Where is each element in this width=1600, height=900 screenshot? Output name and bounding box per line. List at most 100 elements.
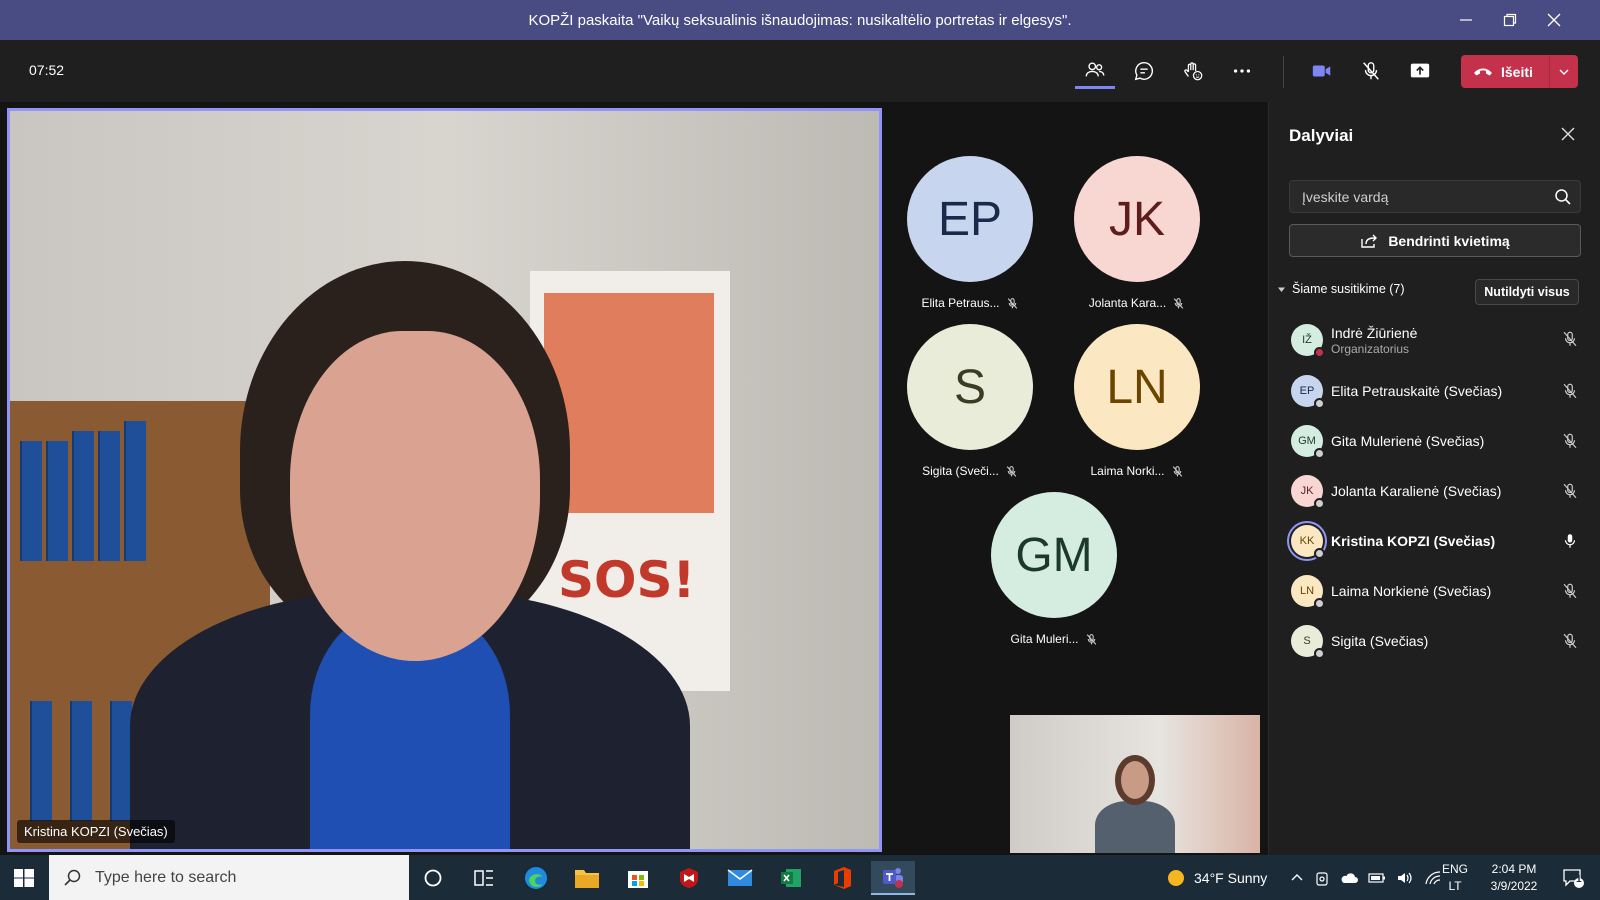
folder-icon	[575, 870, 599, 888]
mic-off-icon	[1563, 383, 1577, 399]
office-app[interactable]	[820, 861, 864, 895]
participant-name: Kristina KOPZI (Svečias)	[1331, 533, 1496, 549]
people-icon	[1085, 61, 1105, 76]
chevron-up-icon[interactable]	[1290, 871, 1304, 885]
participant-tile[interactable]: JK Jolanta Kara...	[1057, 156, 1217, 310]
cortana-icon	[424, 869, 442, 887]
start-button[interactable]	[12, 866, 36, 890]
windows-taskbar: Type here to search 34°F Sunny ENG LT 2:…	[0, 855, 1600, 900]
status-badge	[1314, 448, 1325, 459]
chat-icon	[1134, 62, 1153, 81]
share-invite-label: Bendrinti kvietimą	[1388, 232, 1510, 249]
system-tray	[1290, 855, 1442, 900]
participant-name: Gita Mulerienė (Svečias)	[1331, 433, 1485, 449]
minimize-icon[interactable]	[1444, 0, 1488, 40]
mic-off-icon	[1007, 297, 1017, 309]
task-view-button[interactable]	[462, 861, 506, 895]
reactions-button[interactable]	[1173, 53, 1213, 89]
clock[interactable]: 2:04 PM 3/9/2022	[1482, 855, 1546, 900]
language-indicator[interactable]: ENG LT	[1442, 855, 1468, 900]
mic-off-icon	[1563, 633, 1577, 649]
close-icon[interactable]	[1532, 0, 1576, 40]
keyboard-layout: LT	[1448, 878, 1462, 893]
window-title: KOPŽI paskaita "Vaikų seksualinis išnaud…	[528, 11, 1072, 29]
list-item[interactable]: GM Gita Mulerienė (Svečias)	[1269, 416, 1600, 466]
active-speaker-video[interactable]: SOS! Kristina KOPZI (Svečias)	[7, 108, 882, 852]
taskbar-search-box[interactable]: Type here to search	[49, 855, 409, 900]
notifications-button[interactable]: 1	[1556, 855, 1590, 900]
share-invite-button[interactable]: Bendrinti kvietimą	[1289, 224, 1581, 257]
mcafee-app[interactable]	[667, 861, 711, 895]
more-actions-button[interactable]	[1222, 53, 1262, 89]
list-item[interactable]: S Sigita (Svečias)	[1269, 616, 1600, 666]
clock-date: 3/9/2022	[1490, 878, 1538, 893]
avatar: GM	[991, 492, 1117, 618]
meet-now-icon[interactable]	[1314, 870, 1330, 886]
video-stage: SOS! Kristina KOPZI (Svečias) EP Elita P…	[0, 102, 1268, 855]
store-app[interactable]	[616, 861, 660, 895]
mic-off-icon	[1563, 433, 1577, 449]
maximize-icon[interactable]	[1488, 0, 1532, 40]
excel-icon	[781, 869, 801, 887]
camera-button[interactable]	[1302, 53, 1342, 89]
status-badge	[1314, 548, 1325, 559]
caret-down-icon	[1278, 287, 1285, 292]
tile-name: Sigita (Sveči...	[922, 464, 999, 478]
list-item[interactable]: IŽ Indrė Žiūrienė Organizatorius	[1269, 314, 1600, 366]
teams-app[interactable]	[871, 861, 915, 895]
chat-button[interactable]	[1124, 53, 1164, 89]
edge-app[interactable]	[514, 861, 558, 895]
close-icon	[1561, 127, 1575, 141]
participant-tile[interactable]: GM Gita Muleri...	[974, 492, 1134, 646]
share-screen-button[interactable]	[1400, 53, 1440, 89]
participant-search-input[interactable]	[1290, 181, 1540, 212]
raise-hand-icon	[1184, 62, 1203, 81]
participant-tile[interactable]: LN Laima Norki...	[1057, 324, 1217, 478]
weather-widget[interactable]: 34°F Sunny	[1166, 855, 1267, 900]
participant-name: Jolanta Karalienė (Svečias)	[1331, 483, 1502, 499]
mute-all-button[interactable]: Nutildyti visus	[1475, 279, 1579, 305]
cortana-button[interactable]	[411, 861, 455, 895]
weather-text: 34°F Sunny	[1194, 869, 1268, 886]
mic-off-icon	[1173, 297, 1184, 309]
mic-off-icon	[1563, 331, 1577, 347]
participant-name: Indrė Žiūrienė	[1331, 324, 1418, 341]
chevron-down-icon	[1559, 69, 1569, 75]
self-view-video[interactable]	[1010, 715, 1260, 853]
in-meeting-section-toggle[interactable]: Šiame susitikime (7)	[1277, 282, 1405, 296]
excel-app[interactable]	[769, 861, 813, 895]
close-panel-button[interactable]	[1556, 122, 1580, 146]
participant-name: Sigita (Svečias)	[1331, 633, 1429, 649]
mic-off-icon	[1563, 483, 1577, 499]
meeting-timer: 07:52	[29, 62, 65, 78]
notification-count: 1	[1576, 874, 1582, 885]
status-badge	[1314, 347, 1325, 358]
mail-app[interactable]	[718, 861, 762, 895]
avatar: EP	[907, 156, 1033, 282]
sun-icon	[1168, 869, 1184, 886]
battery-icon[interactable]	[1368, 871, 1386, 885]
list-item[interactable]: KK Kristina KOPZI (Svečias)	[1269, 516, 1600, 566]
leave-options-button[interactable]	[1549, 55, 1578, 88]
share-screen-icon	[1410, 63, 1430, 78]
windows-logo-icon	[14, 869, 34, 887]
participant-tile[interactable]: S Sigita (Sveči...	[890, 324, 1050, 478]
meeting-toolbar: 07:52	[0, 40, 1600, 102]
onedrive-icon[interactable]	[1340, 871, 1358, 885]
avatar: JK	[1291, 475, 1325, 509]
list-item[interactable]: EP Elita Petrauskaitė (Svečias)	[1269, 366, 1600, 416]
store-icon	[628, 871, 648, 888]
tile-name: Gita Muleri...	[1010, 632, 1079, 646]
office-icon	[834, 867, 851, 889]
list-item[interactable]: LN Laima Norkienė (Svečias)	[1269, 566, 1600, 616]
wifi-icon[interactable]	[1424, 870, 1442, 886]
edge-icon	[525, 867, 547, 889]
leave-button[interactable]: Išeiti	[1461, 55, 1549, 88]
participants-button[interactable]	[1075, 53, 1115, 89]
mic-button[interactable]	[1351, 53, 1391, 89]
volume-icon[interactable]	[1396, 870, 1414, 886]
file-explorer-app[interactable]	[565, 861, 609, 895]
avatar: S	[1291, 625, 1325, 659]
list-item[interactable]: JK Jolanta Karalienė (Svečias)	[1269, 466, 1600, 516]
participant-tile[interactable]: EP Elita Petraus...	[890, 156, 1050, 310]
